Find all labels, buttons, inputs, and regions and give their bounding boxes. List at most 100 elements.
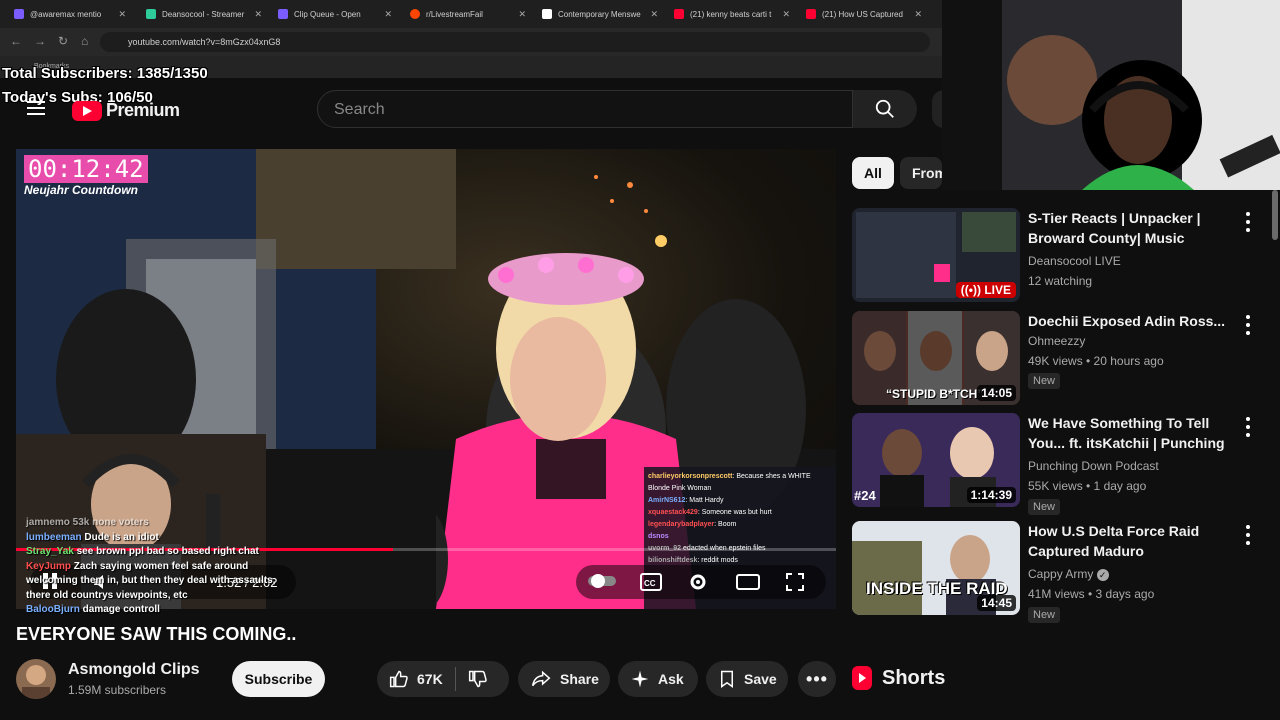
chat-message: charlieyorkorsonprescott: Because shes a… (648, 473, 811, 492)
recommendation-channel[interactable]: Punching Down Podcast (1028, 459, 1159, 473)
channel-name-text: Cappy Army (1028, 567, 1094, 581)
shorts-icon (852, 666, 872, 690)
new-badge: New (1028, 607, 1061, 623)
chip-all[interactable]: All (852, 157, 894, 189)
recommendation-item[interactable]: ((•)) LIVE S-Tier Reacts | Unpacker | Br… (852, 208, 1272, 302)
share-button[interactable]: Share (518, 661, 610, 697)
recommendation-title[interactable]: S-Tier Reacts | Unpacker | Broward Count… (1028, 208, 1238, 248)
subscribe-button[interactable]: Subscribe (232, 661, 325, 697)
tab-close-icon[interactable]: ✕ (782, 9, 790, 20)
video-title: EVERYONE SAW THIS COMING.. (16, 624, 297, 644)
save-button[interactable]: Save (706, 661, 788, 697)
streamer-chat-feed: jamnemo 53k none voters lumbeeman Dude i… (26, 516, 276, 618)
search-input[interactable] (318, 91, 836, 129)
chat-text: Boom (718, 521, 737, 528)
browser-tab[interactable]: Clip Queue - Open ✕ (278, 4, 392, 24)
theater-mode-icon[interactable] (736, 573, 760, 596)
recommendation-title[interactable]: Doechii Exposed Adin Ross... (1028, 311, 1238, 331)
tab-close-icon[interactable]: ✕ (650, 9, 658, 20)
more-vertical-icon[interactable] (1242, 417, 1254, 437)
tab-close-icon[interactable]: ✕ (384, 9, 392, 20)
search-button[interactable] (853, 90, 917, 128)
recommendation-item[interactable]: INSIDE THE RAID 14:45 How U.S Delta Forc… (852, 521, 1272, 623)
chat-text: jamnemo 53k none voters (26, 517, 149, 528)
recommendation-thumbnail[interactable]: #24 1:14:39 (852, 413, 1020, 507)
thumbs-up-icon (389, 670, 408, 688)
countdown-timer: 00:12:42 (24, 155, 148, 183)
tab-label: Deansocool - Streamer (162, 9, 245, 19)
tab-close-icon[interactable]: ✕ (914, 9, 922, 20)
recommendation-channel[interactable]: Cappy Army ✓ (1028, 567, 1109, 581)
recommendation-title[interactable]: How U.S Delta Force Raid Captured Maduro (1028, 521, 1238, 561)
browser-tab[interactable]: Deansocool - Streamer ✕ (146, 4, 262, 24)
tab-label: (21) How US Captured (822, 9, 903, 19)
hamburger-menu-icon[interactable] (27, 101, 45, 115)
recommendation-thumbnail[interactable]: “STUPID B*TCH” 14:05 (852, 311, 1020, 405)
chip-from[interactable]: From (900, 157, 942, 189)
chat-user: Stray_Yak (26, 546, 74, 557)
chat-line: jamnemo 53k none voters (26, 516, 276, 531)
recommendation-channel[interactable]: Ohmeezzy (1028, 334, 1085, 348)
chat-message: dsnos (648, 531, 832, 543)
back-icon[interactable]: ← (10, 34, 22, 48)
recommendation-channel[interactable]: Deansocool LIVE (1028, 254, 1121, 268)
sparkle-icon (631, 670, 649, 688)
chat-message: AmirNS612: Matt Hardy (648, 497, 724, 504)
tab-close-icon[interactable]: ✕ (518, 9, 526, 20)
more-vertical-icon[interactable] (1242, 525, 1254, 545)
more-vertical-icon[interactable] (1242, 315, 1254, 335)
chat-line: Stray_Yak see brown ppl bad so based rig… (26, 545, 276, 560)
new-badge: New (1028, 499, 1061, 515)
settings-gear-icon[interactable] (688, 572, 708, 597)
share-label: Share (560, 671, 599, 687)
browser-tab[interactable]: (21) How US Captured ✕ (806, 4, 922, 24)
recommendation-item[interactable]: “STUPID B*TCH” 14:05 Doechii Exposed Adi… (852, 311, 1272, 405)
recommendation-thumbnail[interactable]: ((•)) LIVE (852, 208, 1020, 302)
chat-user: xquaestack429 (648, 509, 698, 516)
logo-text: Premium (106, 100, 180, 120)
chat-user: BalooBjurn (26, 604, 80, 615)
live-badge: ((•)) LIVE (955, 282, 1016, 298)
sidebar-scrollbar[interactable] (1272, 190, 1278, 240)
captions-icon[interactable]: CC (640, 573, 662, 596)
tab-favicon-icon (14, 9, 24, 19)
home-icon[interactable]: ⌂ (81, 34, 88, 48)
chat-text: Matt Hardy (689, 497, 724, 504)
tab-label: r/LivestreamFail (426, 9, 483, 19)
verified-check-icon: ✓ (1096, 569, 1109, 581)
dislike-button[interactable] (456, 661, 496, 697)
autoplay-toggle-icon[interactable] (588, 573, 616, 594)
browser-tab[interactable]: @awaremax mentio ✕ (14, 4, 126, 24)
tab-favicon-icon (146, 9, 156, 19)
video-duration: 1:14:39 (966, 487, 1016, 503)
recommendation-thumbnail[interactable]: INSIDE THE RAID 14:45 (852, 521, 1020, 615)
search-icon (875, 99, 894, 118)
forward-icon[interactable]: → (34, 34, 46, 48)
tab-close-icon[interactable]: ✕ (254, 9, 262, 20)
tab-favicon-icon (542, 9, 552, 19)
channel-name[interactable]: Asmongold Clips (68, 661, 200, 679)
browser-tab[interactable]: r/LivestreamFail ✕ (410, 4, 526, 24)
video-duration: 14:05 (977, 385, 1016, 401)
chat-line: KeyJump Zach saying women feel safe arou… (26, 560, 276, 604)
more-vertical-icon[interactable] (1242, 212, 1254, 232)
reload-icon[interactable]: ↻ (58, 34, 68, 48)
like-dislike-group: 67K (377, 661, 509, 697)
shorts-label: Shorts (882, 666, 946, 689)
fullscreen-icon[interactable] (786, 573, 804, 596)
tab-favicon-icon (806, 9, 816, 19)
more-actions-button[interactable]: ••• (798, 661, 836, 697)
recommendation-meta: 41M views • 3 days ago (1028, 587, 1155, 601)
channel-avatar[interactable] (16, 659, 56, 699)
ask-button[interactable]: Ask (618, 661, 698, 697)
recommendation-title[interactable]: We Have Something To Tell You... ft. its… (1028, 413, 1238, 453)
browser-tab[interactable]: (21) kenny beats carti t ✕ (674, 4, 790, 24)
recommendation-item[interactable]: #24 1:14:39 We Have Something To Tell Yo… (852, 413, 1272, 515)
browser-tab[interactable]: Contemporary Menswe ✕ (542, 4, 658, 24)
tab-label: Contemporary Menswe (558, 9, 641, 19)
url-field[interactable]: youtube.com/watch?v=8mGzx04xnG8 (100, 32, 930, 52)
tab-close-icon[interactable]: ✕ (118, 9, 126, 20)
like-button[interactable]: 67K (377, 661, 443, 697)
youtube-premium-logo[interactable]: Premium (72, 100, 180, 121)
episode-number: #24 (854, 488, 876, 503)
